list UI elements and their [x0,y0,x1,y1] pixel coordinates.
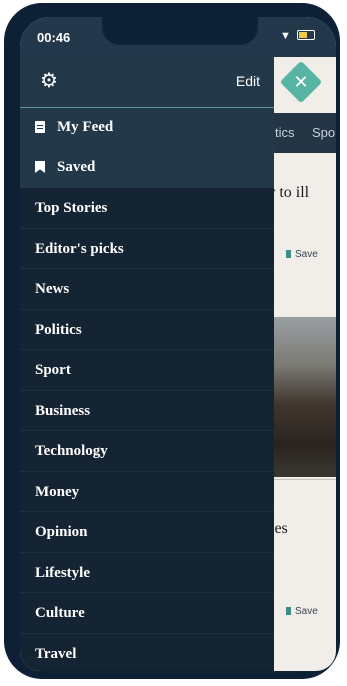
section-item-travel[interactable]: Travel [20,634,274,672]
close-icon: ✕ [293,72,309,92]
section-item-politics[interactable]: Politics [20,310,274,350]
pinned-items: My Feed Saved [20,108,274,188]
drawer-item-saved[interactable]: Saved [20,148,274,188]
background-tab[interactable]: tics [275,125,295,140]
background-article-title[interactable]: ies [270,519,336,539]
background-article-title[interactable]: r to ill [270,183,336,203]
settings-gear-icon[interactable]: ⚙ [40,71,60,91]
section-item-opinion[interactable]: Opinion [20,512,274,553]
section-item-culture[interactable]: Culture [20,593,274,634]
close-menu-button[interactable]: ✕ [279,60,323,104]
section-list: Top Stories Editor's picks News Politics… [20,188,274,671]
notch [102,17,258,45]
drawer-header: ⚙ Edit [20,57,274,108]
wifi-icon: ▼ [280,30,291,42]
bookmark-icon [286,250,291,258]
drawer-item-label: Saved [57,159,96,175]
background-article-photo[interactable] [270,317,336,477]
phone-frame: tics Spo r to ill Save ies Save 00:46 ▼ … [4,3,340,679]
section-item-money[interactable]: Money [20,472,274,512]
drawer-item-label: My Feed [57,119,114,135]
bookmark-icon [286,607,291,615]
save-button[interactable]: Save [286,606,318,617]
bookmark-icon [35,161,45,173]
background-tab[interactable]: Spo [312,125,335,140]
status-time: 00:46 [37,30,71,45]
status-bar: 00:46 ▼ [20,17,336,57]
document-icon [35,121,45,133]
status-icons: ▼ [280,30,315,42]
section-item-editors-picks[interactable]: Editor's picks [20,229,274,269]
section-item-sport[interactable]: Sport [20,350,274,391]
section-item-business[interactable]: Business [20,391,274,431]
battery-icon [296,30,315,40]
divider [270,479,336,480]
section-item-technology[interactable]: Technology [20,431,274,472]
section-item-lifestyle[interactable]: Lifestyle [20,553,274,593]
drawer-item-my-feed[interactable]: My Feed [20,108,274,148]
screen: tics Spo r to ill Save ies Save 00:46 ▼ … [20,17,336,671]
section-item-top-stories[interactable]: Top Stories [20,188,274,229]
edit-button[interactable]: Edit [236,73,260,89]
save-button[interactable]: Save [286,249,318,260]
section-item-news[interactable]: News [20,269,274,310]
navigation-drawer: ⚙ Edit My Feed Saved Top Stories Editor'… [20,57,274,671]
